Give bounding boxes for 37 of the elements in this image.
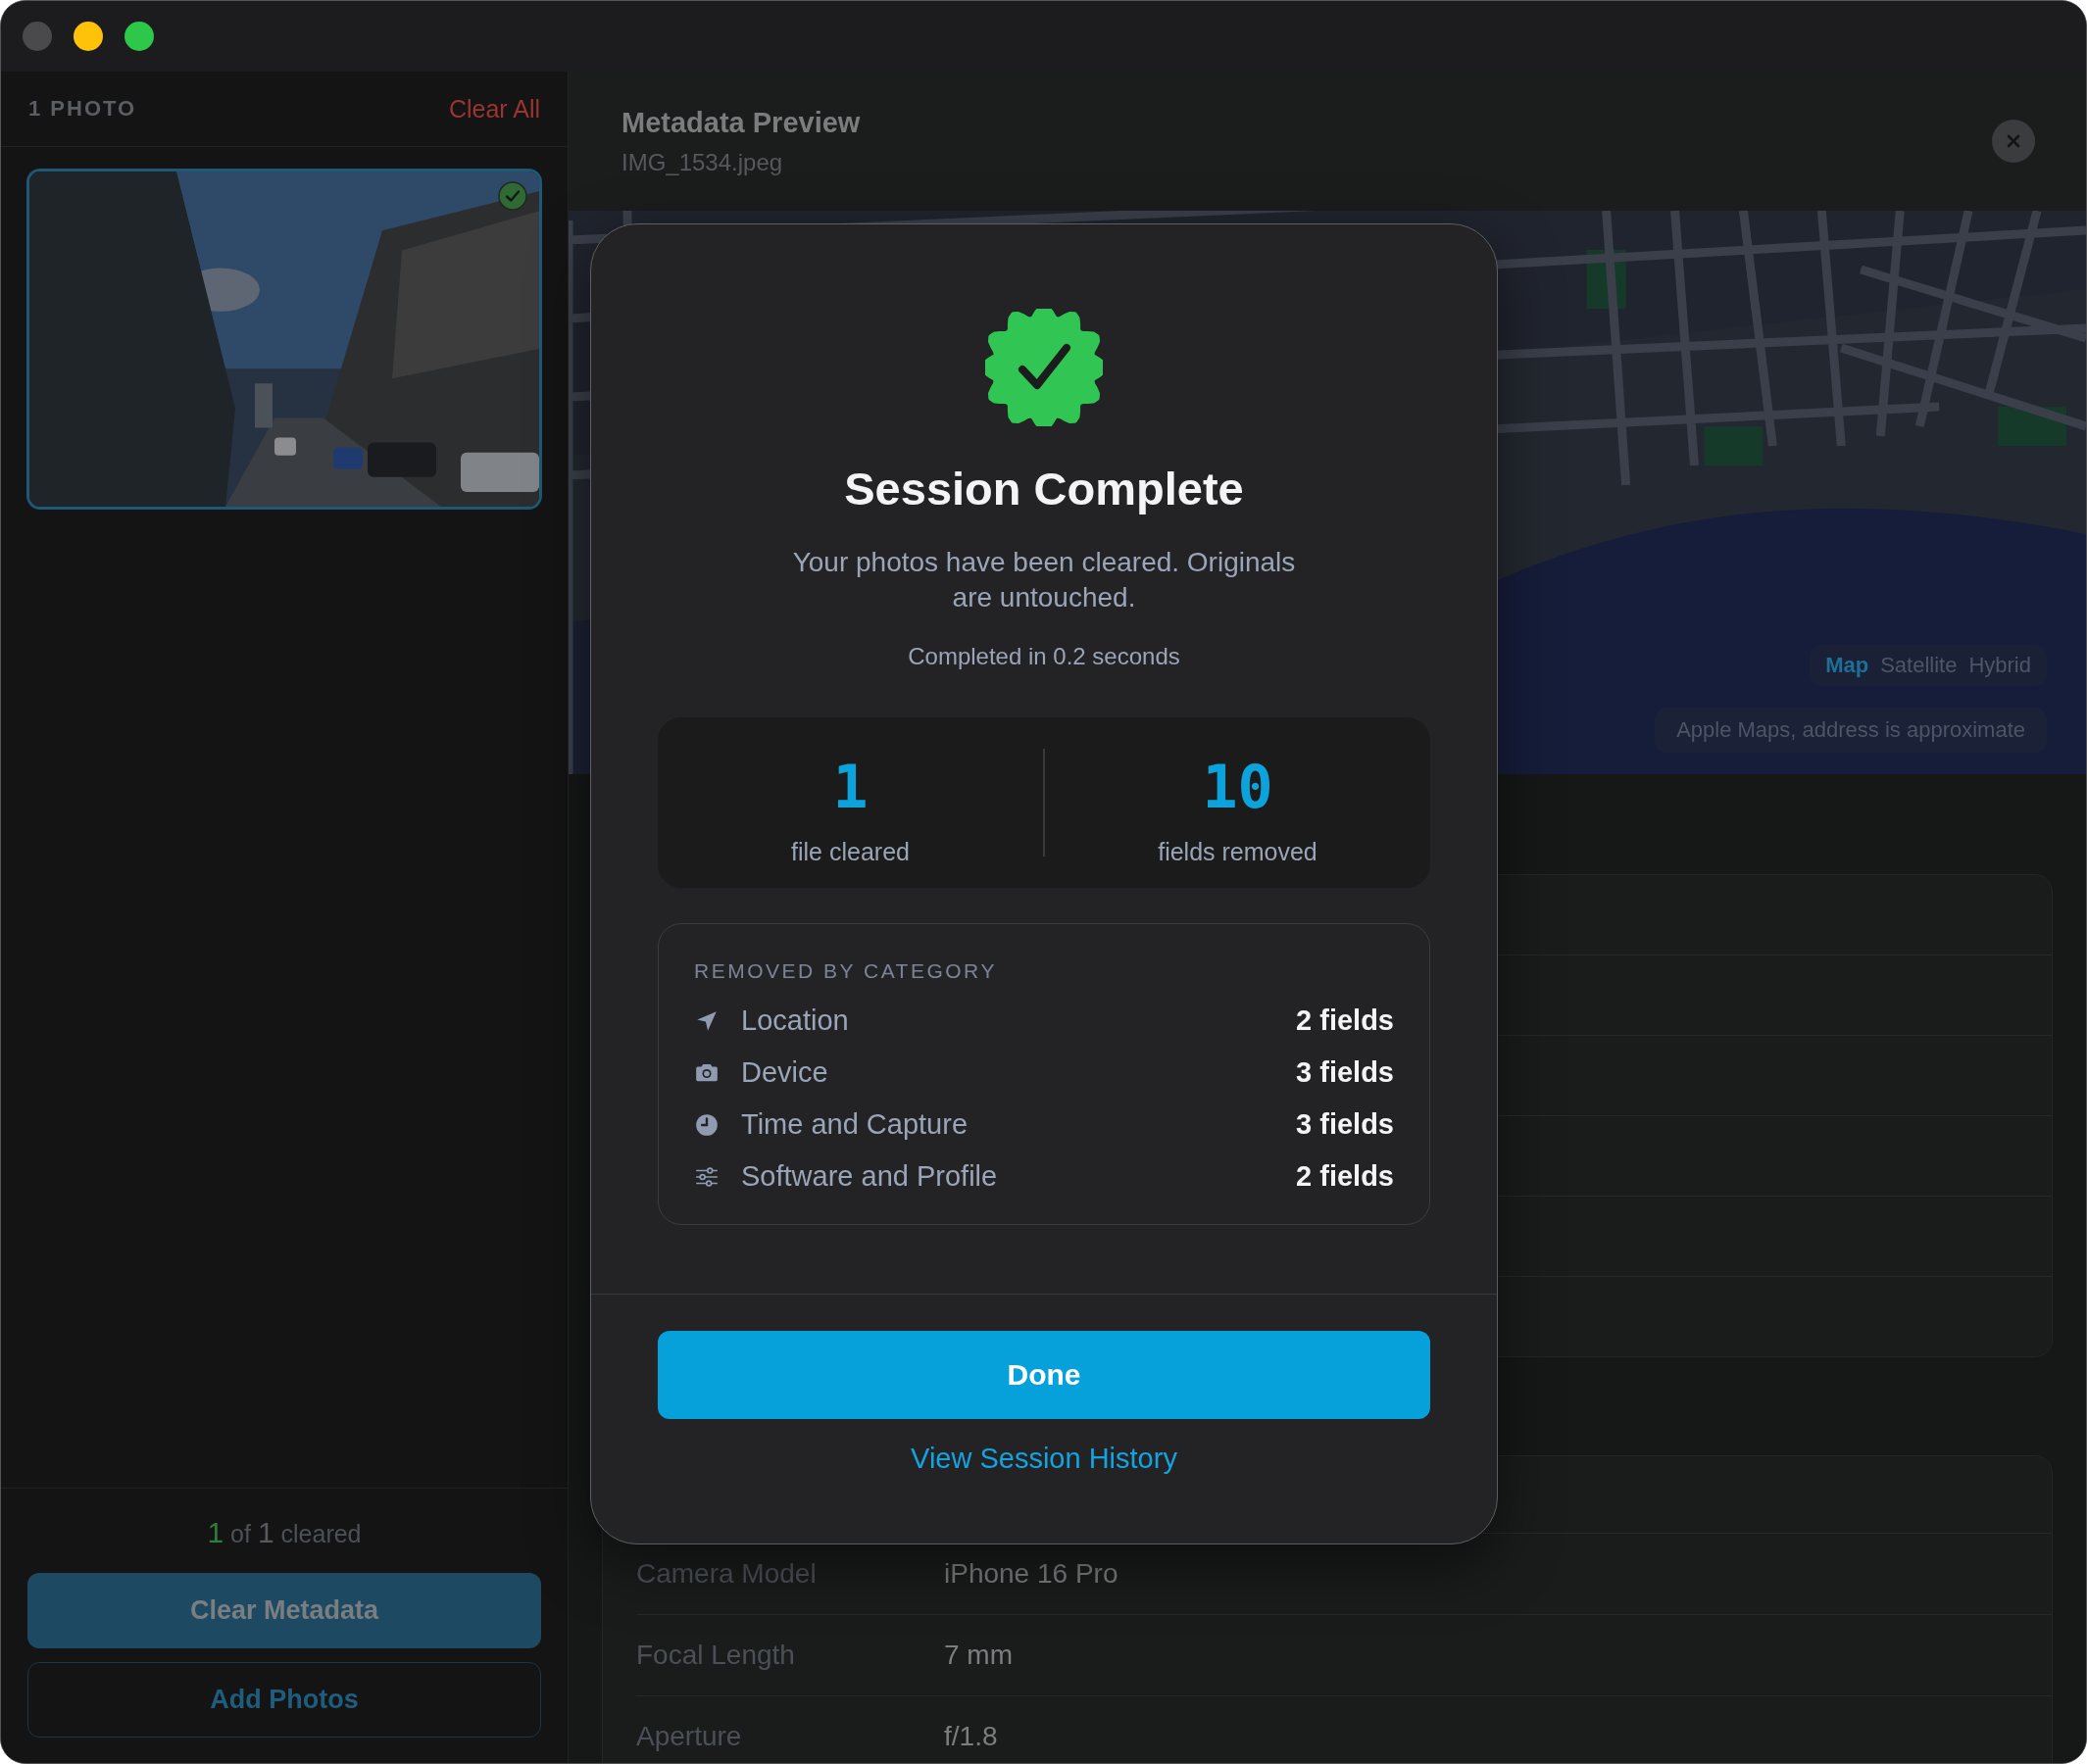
field-label: Aperture — [636, 1721, 743, 1752]
close-window-button[interactable] — [23, 22, 52, 51]
field-value: iPhone 16 Pro — [944, 1558, 1118, 1590]
progress-text: 1 of 1 cleared — [206, 1516, 363, 1549]
file-name: IMG_1534.jpeg — [621, 148, 784, 176]
dialog-title: Session Complete — [844, 462, 1244, 515]
category-name: Time and Capture — [741, 1108, 969, 1141]
field-value: 7 mm — [944, 1640, 1013, 1671]
clock-icon — [694, 1111, 720, 1138]
field-count: 3 fields — [1296, 1056, 1394, 1089]
category-name: Location — [741, 1004, 850, 1037]
panel-title: Metadata Preview — [621, 106, 861, 139]
clear-all-button[interactable]: Clear All — [448, 94, 540, 123]
clear-metadata-button[interactable]: Clear Metadata — [27, 1573, 541, 1648]
session-history-link[interactable]: View Session History — [911, 1443, 1177, 1475]
minimize-window-button[interactable] — [74, 22, 103, 51]
field-value: f/1.8 — [944, 1721, 998, 1752]
field-count: 2 fields — [1296, 1004, 1394, 1037]
field-count: 2 fields — [1296, 1160, 1394, 1193]
field-count: 3 fields — [1296, 1108, 1394, 1141]
zoom-window-button[interactable] — [124, 22, 154, 51]
field-label: Focal Length — [636, 1640, 796, 1671]
stat-value: 10 — [1202, 757, 1273, 816]
dialog-message: Your photos have been cleared. Originals are untouched. — [791, 546, 1297, 614]
duration-text: Completed in 0.2 seconds — [908, 643, 1180, 670]
photo-count: 1 PHOTO — [28, 96, 137, 122]
close-button[interactable] — [1992, 120, 2035, 163]
done-button[interactable]: Done — [658, 1331, 1430, 1419]
section-heading: REMOVED BY CATEGORY — [694, 959, 998, 983]
verified-badge-icon — [985, 309, 1103, 426]
map-type-tab[interactable]: Map — [1825, 653, 1869, 678]
stat-label: fields removed — [1158, 837, 1317, 866]
category-name: Software and Profile — [741, 1160, 999, 1193]
stat-value: 1 — [832, 757, 869, 816]
category-name: Device — [741, 1056, 829, 1089]
stat-label: file cleared — [791, 837, 910, 866]
add-photos-button[interactable]: Add Photos — [27, 1662, 541, 1738]
